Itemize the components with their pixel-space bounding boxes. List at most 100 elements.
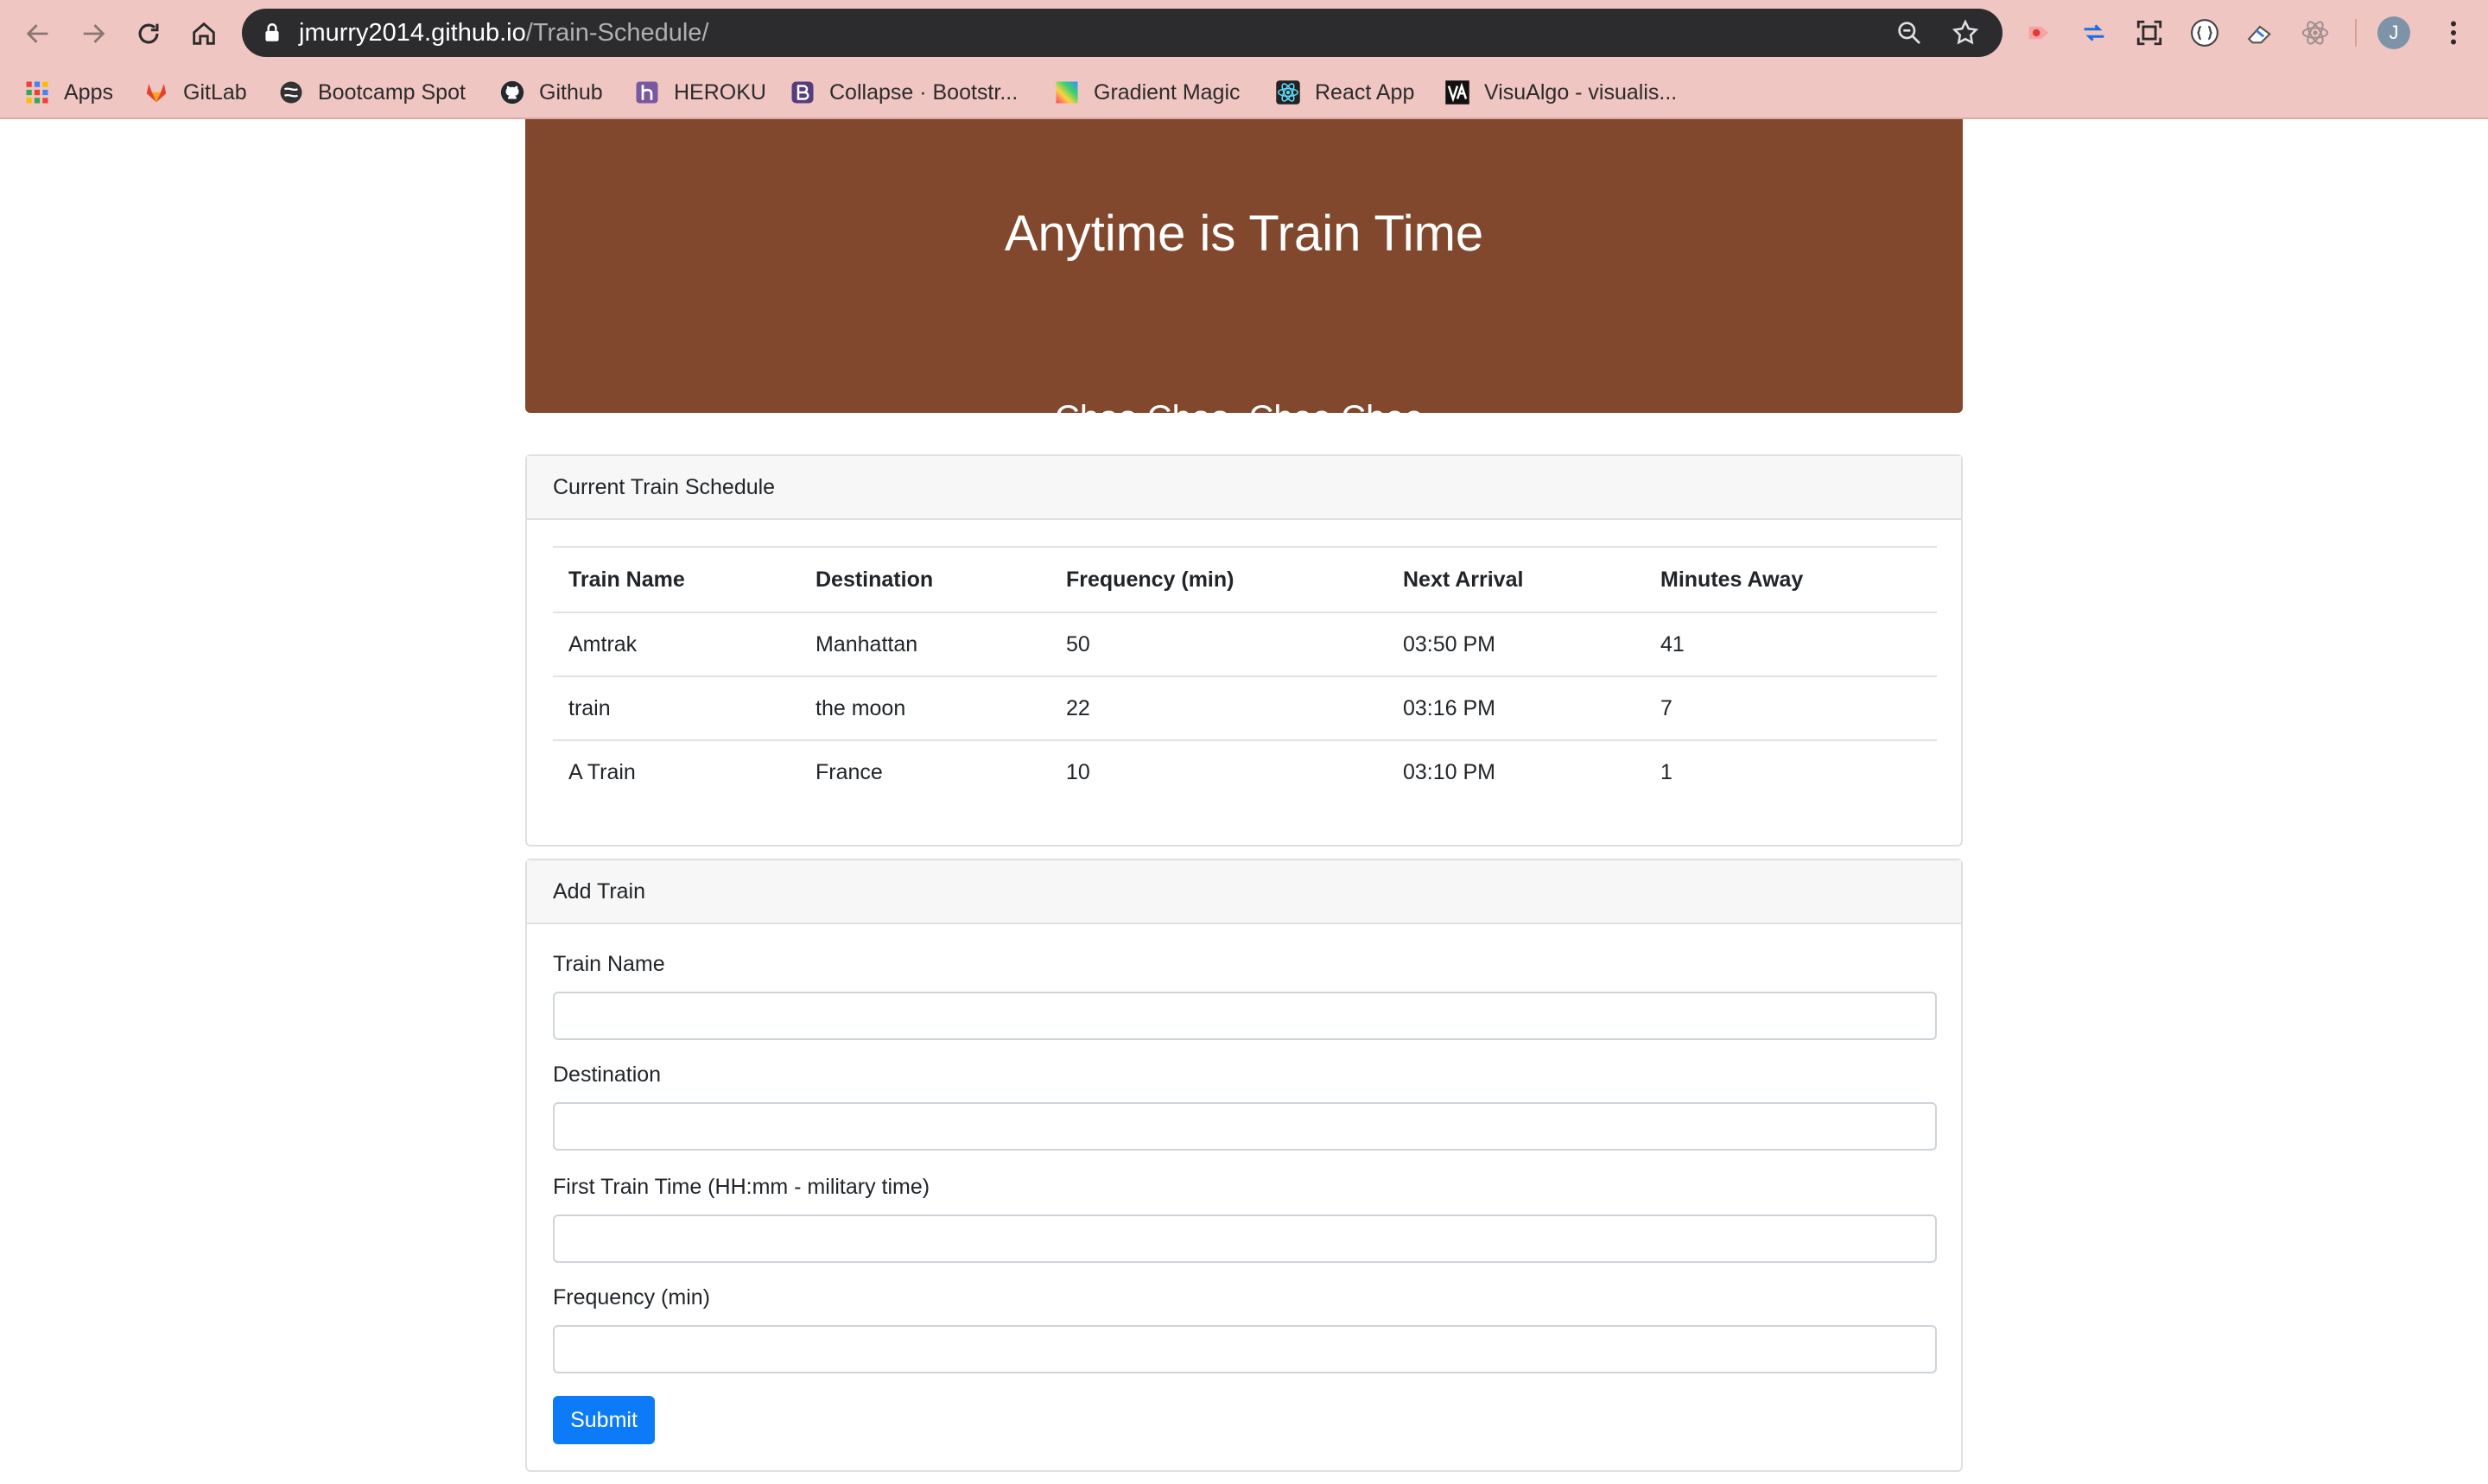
url-path: /Train-Schedule/ (525, 19, 709, 47)
extension-code-button[interactable] (2187, 16, 2222, 50)
more-menu-icon[interactable] (2438, 16, 2469, 49)
cell-destination: Manhattan (800, 612, 1050, 676)
destination-input[interactable] (553, 1102, 1937, 1151)
back-button[interactable] (21, 16, 55, 51)
gitlab-icon (143, 79, 169, 105)
bookmark-bootcamp-spot[interactable]: Bootcamp Spot (278, 66, 466, 119)
screen-capture-icon (2136, 20, 2162, 46)
cell-next-arrival: 03:10 PM (1387, 739, 1645, 803)
add-train-card-header: Add Train (527, 860, 1961, 924)
bookmark-label: Collapse · Bootstr... (829, 79, 1019, 105)
bookmark-github[interactable]: Github (499, 66, 603, 119)
table-row: Amtrak Manhattan 50 03:50 PM 41 (553, 612, 1937, 676)
heroku-icon (634, 79, 660, 105)
table-row: train the moon 22 03:16 PM 7 (553, 675, 1937, 740)
record-extension-icon (2028, 26, 2049, 40)
apps-grid-icon (24, 79, 50, 105)
bookmark-label: Apps (64, 79, 113, 105)
eraser-icon (2247, 25, 2271, 44)
page-subtitle: Choo Choo. Chee Chee. (1054, 399, 1434, 437)
cell-next-arrival: 03:50 PM (1387, 612, 1645, 676)
extension-screenshot-button[interactable] (2132, 16, 2167, 50)
cell-frequency: 22 (1050, 675, 1387, 740)
add-train-card: Add Train Train Name Destination First T… (525, 859, 1963, 1472)
extension-sync-button[interactable] (2077, 16, 2111, 50)
bookmark-visualgo[interactable]: VisuAlgo - visualis... (1444, 66, 1677, 119)
extension-eraser-button[interactable] (2243, 16, 2277, 50)
bookmark-label: Bootcamp Spot (318, 79, 466, 105)
cell-minutes-away: 7 (1645, 675, 1937, 740)
browser-toolbar: jmurry2014.github.io/Train-Schedule/ J (0, 0, 2488, 66)
submit-button[interactable]: Submit (553, 1396, 655, 1444)
bootcamp-icon (278, 79, 304, 105)
bookmark-gitlab[interactable]: GitLab (143, 66, 247, 119)
bookmarks-bar: Apps GitLab Bootcamp Spot Github HEROKU … (0, 66, 2488, 119)
destination-label: Destination (553, 1062, 662, 1087)
cell-frequency: 50 (1050, 612, 1387, 676)
schedule-card: Current Train Schedule Train Name Destin… (525, 454, 1963, 847)
train-name-input[interactable] (553, 992, 1937, 1040)
address-bar[interactable]: jmurry2014.github.io/Train-Schedule/ (242, 9, 2002, 57)
forward-button[interactable] (76, 16, 111, 51)
bookmark-bootstrap-collapse[interactable]: Collapse · Bootstr... (790, 66, 1018, 119)
cell-minutes-away: 41 (1645, 612, 1937, 676)
cell-train-name: train (553, 675, 800, 740)
jumbotron-banner: Anytime is Train Time Choo Choo. Chee Ch… (525, 119, 1963, 437)
github-icon (499, 79, 525, 105)
visualgo-icon (1444, 79, 1470, 105)
bookmark-label: HEROKU (674, 79, 766, 105)
gradient-icon (1054, 79, 1080, 105)
column-header-frequency: Frequency (min) (1050, 546, 1387, 613)
schedule-table: Train Name Destination Frequency (min) N… (553, 546, 1937, 803)
table-row: A Train France 10 03:10 PM 1 (553, 739, 1937, 803)
reload-button[interactable] (131, 16, 166, 51)
zoom-icon[interactable] (1895, 19, 1923, 47)
home-icon (193, 22, 215, 45)
cell-train-name: Amtrak (553, 612, 800, 676)
arrows-extension-icon (2084, 24, 2104, 41)
bookmark-label: VisuAlgo - visualis... (1484, 79, 1678, 105)
bookmark-label: GitLab (183, 79, 247, 105)
page-title: Anytime is Train Time (1004, 206, 1484, 262)
frequency-label: Frequency (min) (553, 1285, 710, 1310)
cell-minutes-away: 1 (1645, 739, 1937, 803)
profile-initial: J (2389, 22, 2399, 43)
column-header-train-name: Train Name (553, 546, 800, 613)
url-text: jmurry2014.github.io/Train-Schedule/ (299, 9, 708, 57)
bookmark-label: Github (539, 79, 603, 105)
first-train-time-input[interactable] (553, 1214, 1937, 1263)
cell-next-arrival: 03:16 PM (1387, 675, 1645, 740)
cell-frequency: 10 (1050, 739, 1387, 803)
code-braces-icon (2191, 19, 2218, 47)
reload-icon (138, 23, 159, 44)
table-header-row: Train Name Destination Frequency (min) N… (553, 546, 1937, 613)
bookmark-heroku[interactable]: HEROKU (634, 66, 766, 119)
lock-icon (265, 23, 279, 41)
column-header-minutes-away: Minutes Away (1645, 546, 1937, 613)
bookmark-gradient-magic[interactable]: Gradient Magic (1054, 66, 1241, 119)
toolbar-divider (2355, 19, 2357, 47)
first-train-time-label: First Train Time (HH:mm - military time) (553, 1175, 930, 1199)
url-host: jmurry2014.github.io (299, 19, 526, 47)
bookmark-label: React App (1315, 79, 1415, 105)
column-header-destination: Destination (800, 546, 1050, 613)
cell-train-name: A Train (553, 739, 800, 803)
back-arrow-icon (26, 24, 48, 43)
bootstrap-icon (790, 79, 816, 105)
profile-avatar[interactable]: J (2377, 16, 2410, 49)
react-icon (1275, 79, 1301, 105)
frequency-input[interactable] (553, 1325, 1937, 1373)
cell-destination: the moon (800, 675, 1050, 740)
train-name-label: Train Name (553, 952, 665, 976)
extension-react-devtools-button[interactable] (2298, 16, 2332, 50)
home-button[interactable] (187, 16, 221, 51)
bookmark-react-app[interactable]: React App (1275, 66, 1414, 119)
bookmark-label: Gradient Magic (1094, 79, 1241, 105)
cell-destination: France (800, 739, 1050, 803)
schedule-card-header: Current Train Schedule (527, 456, 1961, 520)
bookmark-apps[interactable]: Apps (24, 66, 113, 119)
extension-record-button[interactable] (2022, 16, 2056, 50)
forward-arrow-icon (83, 24, 105, 43)
bookmark-star-icon[interactable] (1951, 18, 1980, 48)
column-header-next-arrival: Next Arrival (1387, 546, 1645, 613)
